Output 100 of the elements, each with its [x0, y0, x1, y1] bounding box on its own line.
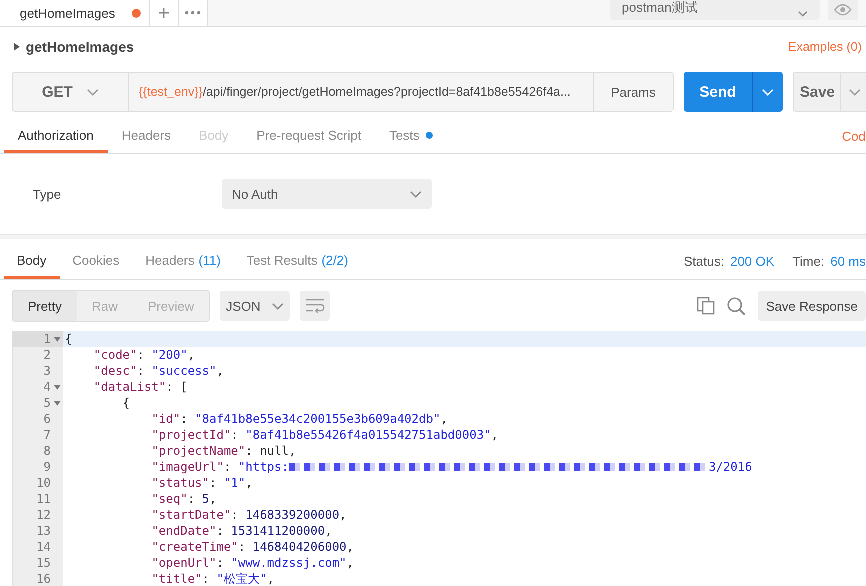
- line-number: 3: [44, 363, 51, 379]
- line-number: 12: [36, 507, 51, 523]
- json-punctuation: :: [188, 491, 196, 507]
- json-key: "projectId": [65, 427, 232, 443]
- caret-icon: [272, 302, 284, 310]
- line-number: 13: [36, 523, 51, 539]
- type-label: Type: [33, 186, 62, 202]
- expand-triangle-icon[interactable]: [14, 43, 20, 51]
- response-tab[interactable]: Cookies: [60, 244, 133, 279]
- json-punctuation: {: [122, 395, 130, 411]
- json-punctuation: ,: [346, 539, 354, 555]
- json-punctuation: ,: [491, 427, 498, 443]
- json-key: "code": [65, 347, 138, 363]
- json-punctuation: ,: [188, 347, 196, 363]
- json-punctuation: :: [202, 571, 211, 586]
- save-response-button[interactable]: Save Response: [758, 291, 866, 321]
- json-string: "www.mdzssj.com": [231, 555, 347, 571]
- time-value: 60 ms: [830, 254, 866, 269]
- view-mode-button[interactable]: Pretty: [13, 291, 77, 321]
- line-number: 1: [44, 331, 51, 347]
- line-number: 10: [36, 475, 51, 491]
- json-key: "projectName": [65, 443, 246, 459]
- time-label: Time:: [792, 254, 825, 269]
- json-string: "松宝大": [216, 571, 268, 586]
- json-key: "status": [65, 475, 210, 491]
- json-punctuation: ,: [325, 523, 332, 539]
- examples-link[interactable]: Examples (0): [788, 40, 862, 54]
- send-button[interactable]: Send: [684, 72, 752, 112]
- json-number: 5: [202, 491, 210, 507]
- line-number: 2: [44, 347, 51, 363]
- json-string: "200": [152, 347, 188, 363]
- json-key: "title": [65, 571, 202, 586]
- save-button[interactable]: Save: [793, 72, 841, 112]
- status-label: Status:: [684, 254, 724, 269]
- json-punctuation: {: [65, 331, 72, 347]
- json-key: "desc": [65, 363, 138, 379]
- json-punctuation: ,: [216, 363, 224, 379]
- json-punctuation: : [: [166, 379, 188, 395]
- eye-icon[interactable]: [828, 0, 858, 20]
- response-tab[interactable]: Test Results (2/2): [234, 244, 362, 279]
- json-punctuation: ,: [210, 491, 217, 507]
- request-section-tab[interactable]: Authorization: [4, 120, 108, 153]
- json-number: 1468404206000: [252, 539, 347, 555]
- environment-dropdown[interactable]: postman测试: [610, 0, 820, 20]
- json-number: 1531411200000: [231, 523, 326, 539]
- json-punctuation: :: [238, 539, 247, 555]
- json-punctuation: ,: [340, 507, 347, 523]
- json-punctuation: : null,: [246, 443, 296, 459]
- add-tab-icon[interactable]: [150, 0, 179, 26]
- fold-arrow-icon[interactable]: [54, 400, 60, 406]
- tab-title: getHomeImages: [20, 6, 116, 20]
- status-value: 200 OK: [730, 254, 775, 269]
- json-punctuation: :: [231, 427, 240, 443]
- copy-icon[interactable]: [697, 297, 716, 315]
- send-options-button[interactable]: [752, 72, 783, 112]
- request-section-tab[interactable]: Tests: [375, 120, 447, 153]
- json-key: "dataList": [65, 379, 166, 395]
- fold-arrow-icon[interactable]: [54, 336, 60, 342]
- caret-icon: [849, 88, 861, 96]
- json-punctuation: :: [216, 523, 225, 539]
- json-punctuation: ,: [267, 571, 274, 586]
- search-icon[interactable]: [727, 296, 746, 316]
- response-tab[interactable]: Headers (11): [132, 244, 234, 279]
- json-string: "1": [224, 475, 246, 491]
- fold-arrow-icon[interactable]: [54, 384, 60, 390]
- json-punctuation: :: [210, 475, 218, 491]
- format-dropdown[interactable]: JSON: [220, 291, 290, 321]
- caret-icon: [410, 190, 422, 198]
- more-icon[interactable]: [179, 0, 208, 26]
- json-key: "imageUrl": [65, 459, 224, 475]
- request-section-tab[interactable]: Headers: [108, 120, 186, 153]
- line-number: 14: [36, 539, 51, 555]
- caret-icon: [762, 88, 774, 96]
- json-string: "8af41b8e55e34c200155e3b609a402db": [195, 411, 441, 427]
- json-punctuation: ,: [246, 475, 253, 491]
- json-punctuation: :: [137, 363, 146, 379]
- request-tab[interactable]: getHomeImages: [0, 0, 150, 26]
- line-number: 6: [44, 411, 51, 427]
- request-section-tab[interactable]: Pre-request Script: [242, 120, 376, 153]
- json-punctuation: :: [137, 347, 146, 363]
- line-number: 4: [44, 379, 51, 395]
- code-link[interactable]: Cod: [842, 129, 866, 144]
- caret-icon: [798, 11, 808, 17]
- json-punctuation: :: [216, 555, 225, 571]
- line-number: 9: [44, 459, 51, 475]
- json-key: "createTime": [65, 539, 238, 555]
- json-punctuation: ,: [440, 411, 448, 427]
- json-punctuation: ,: [346, 555, 354, 571]
- json-number: 1468339200000: [246, 507, 340, 523]
- wrap-lines-icon[interactable]: [300, 291, 330, 321]
- json-key: "openUrl": [65, 555, 217, 571]
- response-tab[interactable]: Body: [4, 244, 60, 279]
- json-key: "seq": [65, 491, 188, 507]
- json-punctuation: :: [231, 507, 240, 523]
- request-name: getHomeImages: [26, 39, 134, 55]
- json-punctuation: :: [180, 411, 189, 427]
- json-string: "https:: [238, 459, 289, 475]
- json-key: "endDate": [65, 523, 217, 539]
- line-number: 15: [36, 555, 51, 571]
- auth-type-dropdown[interactable]: No Auth: [222, 179, 432, 209]
